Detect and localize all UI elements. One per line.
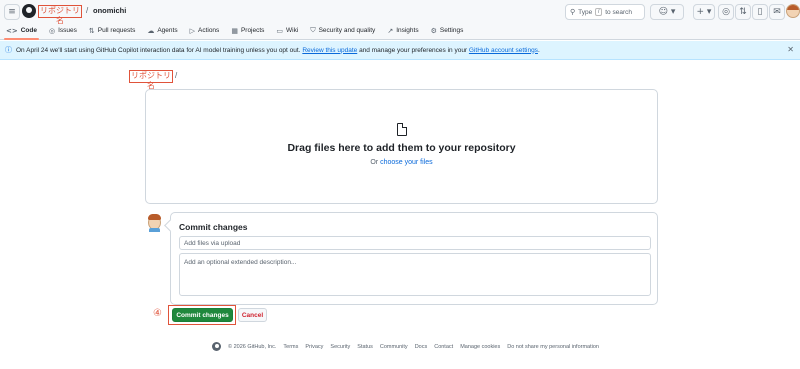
commit-summary-input[interactable] <box>179 236 651 250</box>
agents-icon: ☁ <box>147 26 155 35</box>
footer-link-contact[interactable]: Contact <box>434 344 453 350</box>
tab-projects[interactable]: ▦ Projects <box>225 21 270 40</box>
tab-security[interactable]: ⛉ Security and quality <box>304 21 381 40</box>
top-header: ≡ リポジトリ名 / onomichi ⚲ Type / to search ☺… <box>0 0 800 40</box>
tab-label: Actions <box>197 27 220 34</box>
search-input[interactable]: ⚲ Type / to search <box>565 4 645 20</box>
step-marker: ④ <box>153 308 162 319</box>
commit-changes-button[interactable]: Commit changes <box>172 308 233 322</box>
avatar-hair <box>148 214 161 220</box>
tab-label: Pull requests <box>97 27 136 34</box>
copilot-button[interactable]: ☺ ▾ <box>650 4 684 20</box>
banner-text-after: . <box>537 46 540 54</box>
tab-agents[interactable]: ☁ Agents <box>141 21 183 40</box>
footer-link-security[interactable]: Security <box>330 344 350 350</box>
repo-tabs: <> Code ◎ Issues ⇅ Pull requests ☁ Agent… <box>0 21 469 40</box>
code-icon: <> <box>6 26 18 35</box>
create-new-button[interactable]: + ▾ <box>693 4 715 20</box>
pull-request-icon: ⇅ <box>739 7 747 17</box>
user-avatar[interactable] <box>786 4 800 18</box>
tab-pull-requests[interactable]: ⇅ Pull requests <box>83 21 141 40</box>
tab-label: Agents <box>157 27 178 34</box>
tab-label: Projects <box>240 27 265 34</box>
file-icon <box>397 123 407 136</box>
search-icon: ⚲ <box>570 8 576 16</box>
menu-icon: ≡ <box>8 7 16 17</box>
account-settings-link[interactable]: GitHub account settings <box>469 47 538 54</box>
repo-icon: ▯ <box>757 7 763 17</box>
tab-issues[interactable]: ◎ Issues <box>43 21 83 40</box>
tab-label: Issues <box>58 27 77 34</box>
banner-text-middle: and manage your preferences in your <box>359 46 468 54</box>
footer-link-manage-cookies[interactable]: Manage cookies <box>460 344 500 350</box>
breadcrumb-separator: / <box>86 6 89 15</box>
announcement-banner: ⓘ On April 24 we'll start using GitHub C… <box>0 41 800 60</box>
tab-actions[interactable]: ▷ Actions <box>184 21 226 40</box>
footer-link-privacy[interactable]: Privacy <box>305 344 323 350</box>
search-shortcut-key: / <box>595 8 603 16</box>
repo-name-link[interactable]: リポジトリ名 <box>38 5 82 25</box>
issue-icon: ◎ <box>48 26 56 35</box>
tab-label: Security and quality <box>318 27 376 34</box>
hamburger-menu-button[interactable]: ≡ <box>4 4 20 20</box>
tab-label: Code <box>20 27 37 34</box>
tab-label: Settings <box>439 27 464 34</box>
tab-wiki[interactable]: ▭ Wiki <box>270 21 304 40</box>
graph-icon: ↗ <box>387 26 394 35</box>
tab-insights[interactable]: ↗ Insights <box>381 21 424 40</box>
commit-panel-title: Commit changes <box>179 222 248 232</box>
pull-requests-button[interactable]: ⇅ <box>735 4 751 20</box>
footer-link-do-not-share[interactable]: Do not share my personal information <box>507 344 599 350</box>
banner-text: On April 24 we'll start using GitHub Cop… <box>16 47 540 54</box>
inbox-icon: ✉ <box>773 7 781 17</box>
banner-text-before: On April 24 we'll start using GitHub Cop… <box>16 46 301 54</box>
footer-link-docs[interactable]: Docs <box>415 344 428 350</box>
review-update-link[interactable]: Review this update <box>302 47 357 54</box>
upload-path-separator: / <box>175 71 178 80</box>
choose-files-link[interactable]: choose your files <box>380 159 433 166</box>
tab-settings[interactable]: ⚙ Settings <box>425 21 470 40</box>
copilot-icon: ☺ ▾ <box>658 7 676 17</box>
tab-label: Insights <box>396 27 419 34</box>
projects-icon: ▦ <box>231 26 238 35</box>
drop-zone-title: Drag files here to add them to your repo… <box>287 142 516 154</box>
upload-repo-name[interactable]: リポジトリ名 <box>129 70 173 90</box>
commit-description-input[interactable] <box>179 253 651 296</box>
pull-request-icon: ⇅ <box>88 26 95 35</box>
plus-icon: + ▾ <box>696 7 712 17</box>
tab-code[interactable]: <> Code <box>0 21 43 40</box>
repositories-button[interactable]: ▯ <box>752 4 768 20</box>
issue-icon: ◎ <box>722 7 730 17</box>
owner-link[interactable]: onomichi <box>93 6 126 15</box>
footer-link-status[interactable]: Status <box>357 344 373 350</box>
search-placeholder: Type <box>578 8 593 16</box>
close-icon[interactable]: ✕ <box>787 45 794 54</box>
file-drop-zone[interactable]: Drag files here to add them to your repo… <box>145 89 658 204</box>
wiki-icon: ▭ <box>276 26 284 35</box>
or-text: Or <box>370 159 379 166</box>
footer-link-community[interactable]: Community <box>380 344 408 350</box>
gear-icon: ⚙ <box>430 26 437 35</box>
drop-zone-subtitle: Or choose your files <box>146 159 657 166</box>
shield-icon: ⛉ <box>310 26 316 34</box>
tab-label: Wiki <box>286 27 299 34</box>
github-logo-icon[interactable] <box>22 4 36 18</box>
actions-icon: ▷ <box>189 26 195 35</box>
notifications-button[interactable]: ✉ <box>769 4 785 20</box>
page-footer: © 2026 GitHub, Inc. Terms Privacy Securi… <box>212 342 599 351</box>
cancel-button[interactable]: Cancel <box>238 308 267 322</box>
avatar-shirt <box>149 228 160 232</box>
commit-changes-panel: Commit changes <box>170 212 658 305</box>
search-placeholder-suffix: to search <box>605 8 632 16</box>
info-icon: ⓘ <box>5 46 12 54</box>
footer-link-terms[interactable]: Terms <box>283 344 298 350</box>
commit-author-avatar <box>147 213 162 232</box>
github-footer-logo-icon[interactable] <box>212 342 221 351</box>
footer-copyright: © 2026 GitHub, Inc. <box>228 343 277 350</box>
issues-button[interactable]: ◎ <box>718 4 734 20</box>
